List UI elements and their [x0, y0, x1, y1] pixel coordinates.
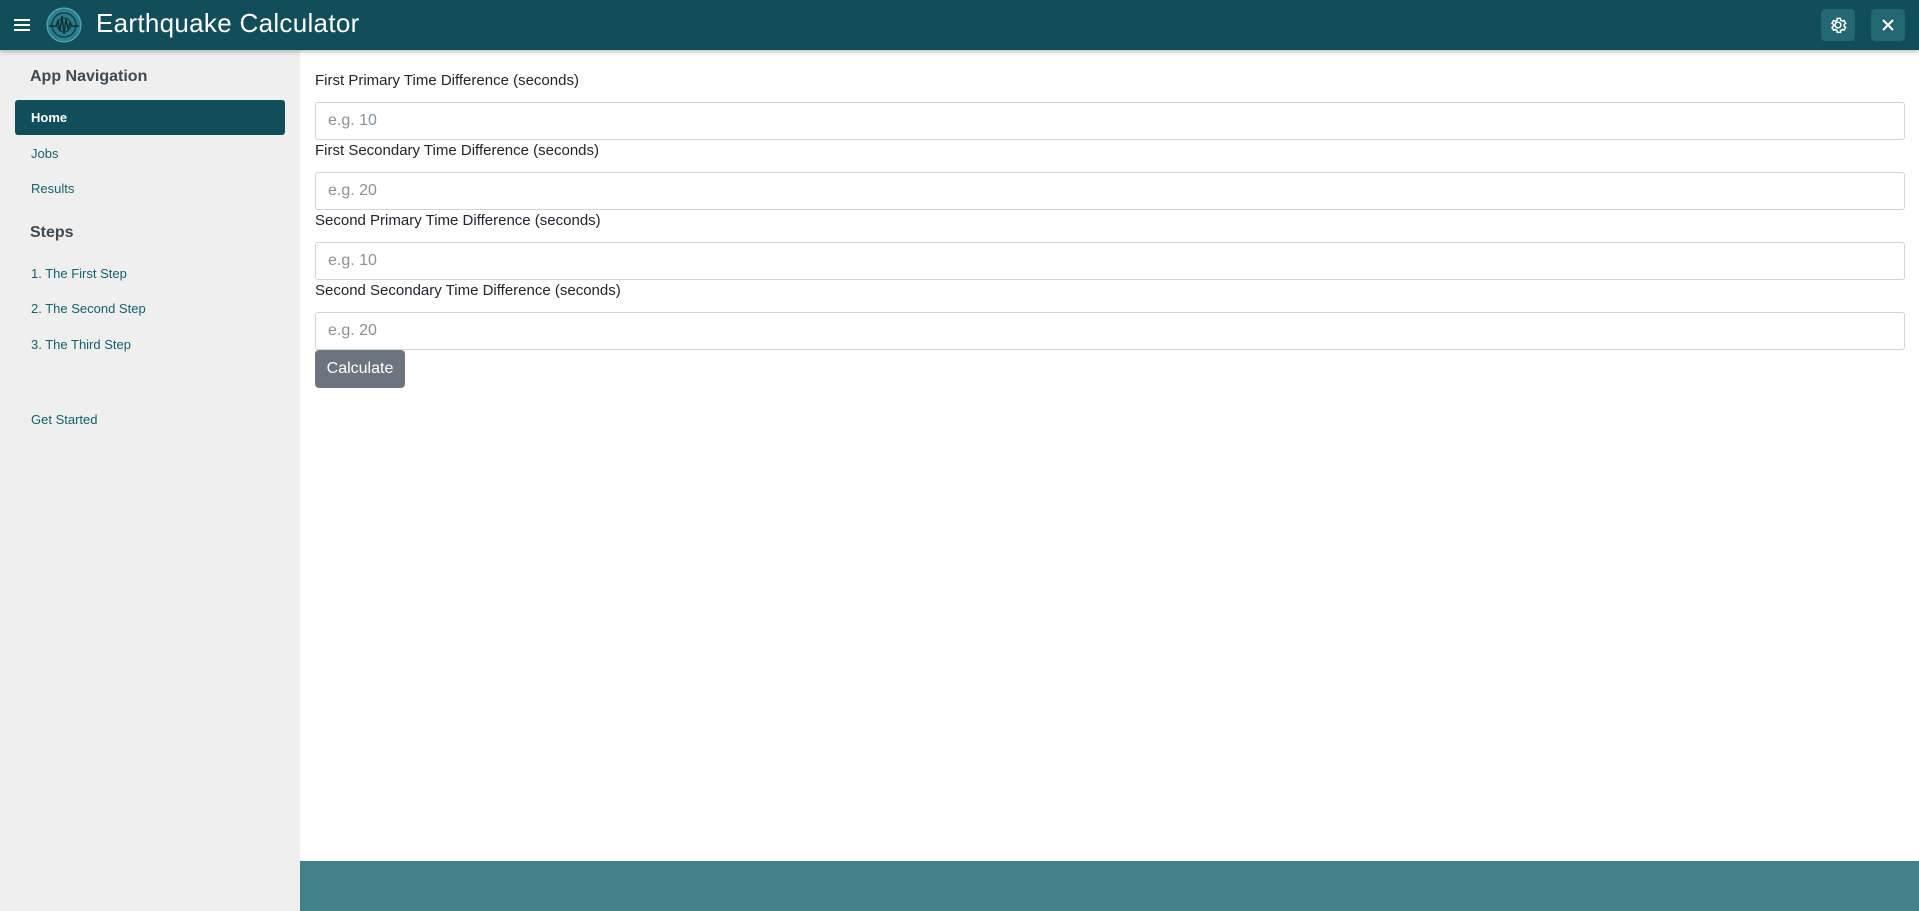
second-primary-input[interactable]: [315, 242, 1905, 280]
sidebar: App Navigation Home Jobs Results Steps 1…: [0, 50, 300, 911]
second-secondary-label: Second Secondary Time Difference (second…: [315, 282, 621, 299]
gear-icon: [1831, 17, 1847, 34]
second-secondary-input[interactable]: [315, 312, 1905, 350]
first-secondary-input[interactable]: [315, 172, 1905, 210]
app-navigation-heading: App Navigation: [30, 68, 148, 85]
first-secondary-label: First Secondary Time Difference (seconds…: [315, 142, 599, 159]
calculate-button[interactable]: Calculate: [315, 350, 405, 388]
get-started-link[interactable]: Get Started: [15, 402, 285, 437]
close-button[interactable]: [1871, 9, 1905, 41]
hamburger-menu-icon[interactable]: [0, 0, 44, 50]
first-primary-label: First Primary Time Difference (seconds): [315, 72, 579, 89]
steps-heading: Steps: [30, 224, 74, 241]
first-primary-input[interactable]: [315, 102, 1905, 140]
second-primary-label: Second Primary Time Difference (seconds): [315, 212, 601, 229]
close-icon: [1882, 19, 1894, 31]
footer: [300, 861, 1919, 911]
sidebar-item-step-3[interactable]: 3. The Third Step: [15, 327, 285, 362]
settings-button[interactable]: [1821, 9, 1855, 41]
seismograph-logo-icon: [46, 7, 82, 43]
sidebar-item-step-1[interactable]: 1. The First Step: [15, 256, 285, 291]
sidebar-item-step-2[interactable]: 2. The Second Step: [15, 291, 285, 326]
sidebar-item-home[interactable]: Home: [15, 100, 285, 135]
sidebar-item-results[interactable]: Results: [15, 171, 285, 206]
main-content: First Primary Time Difference (seconds) …: [300, 50, 1919, 861]
app-header: Earthquake Calculator: [0, 0, 1919, 50]
sidebar-item-jobs[interactable]: Jobs: [15, 136, 285, 171]
app-title: Earthquake Calculator: [96, 8, 360, 38]
